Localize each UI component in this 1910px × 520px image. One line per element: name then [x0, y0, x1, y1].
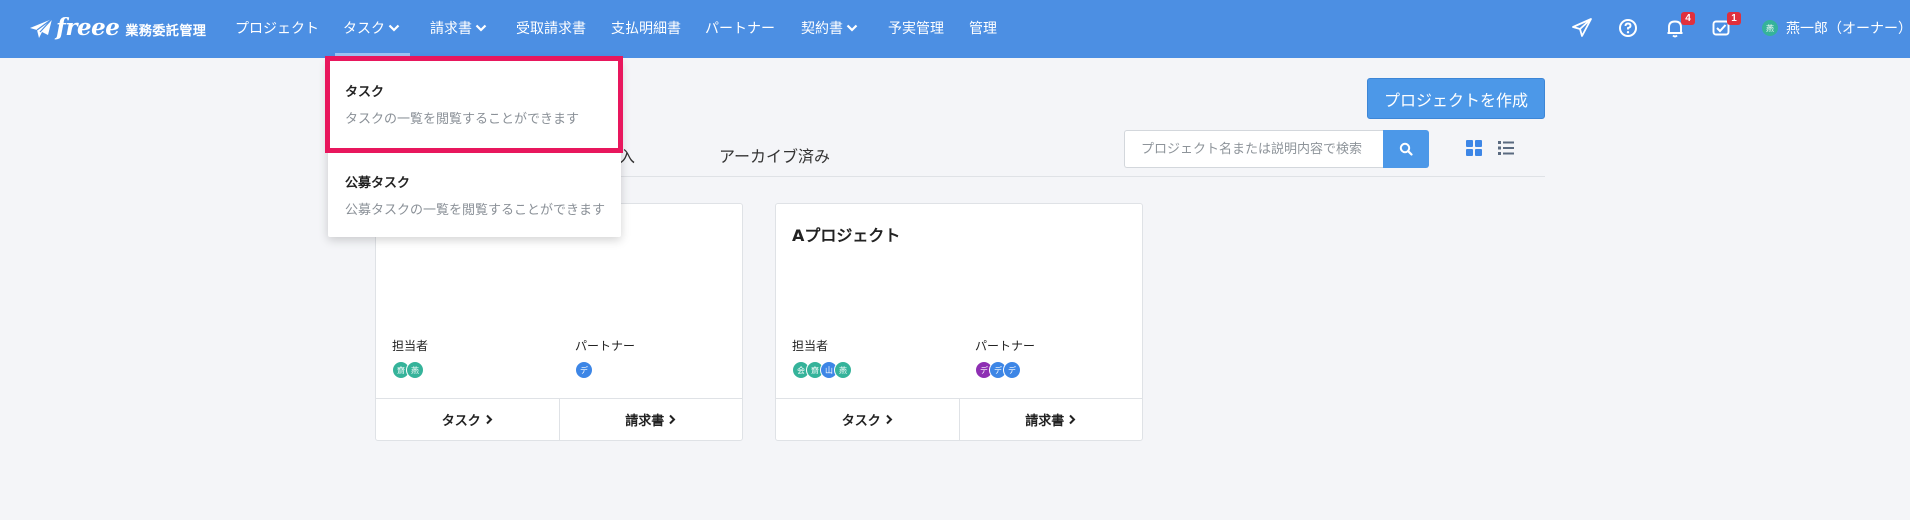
paper-plane-logo-icon — [30, 18, 53, 38]
chevron-right-icon — [1069, 414, 1076, 425]
invoices-link[interactable]: 請求書 — [958, 399, 1143, 440]
dropdown-item-public-tasks[interactable]: 公募タスク 公募タスクの一覧を閲覧することができます — [328, 172, 621, 218]
nav-contracts[interactable]: 契約書 — [801, 18, 858, 38]
nav-payment-statements-label: 支払明細書 — [611, 21, 681, 37]
nav-invoices[interactable]: 請求書 — [430, 18, 487, 38]
avatar: デ — [1003, 361, 1021, 379]
assignee-avatars: 齋 燕 — [392, 361, 424, 379]
nav-budget-actual[interactable]: 予実管理 — [888, 18, 944, 38]
task-dropdown-menu: タスク タスクの一覧を閲覧することができます 公募タスク 公募タスクの一覧を閲覧… — [328, 59, 621, 237]
project-title: Aプロジェクト — [792, 226, 901, 245]
notification-bell-icon[interactable]: 4 — [1664, 12, 1695, 39]
chevron-right-icon — [669, 414, 676, 425]
avatar: デ — [575, 361, 593, 379]
dropdown-item-title: タスク — [345, 85, 385, 100]
partner-avatars: デ — [575, 361, 593, 379]
grid-view-icon[interactable] — [1465, 139, 1485, 157]
search-icon — [1399, 142, 1413, 156]
nav-contracts-label: 契約書 — [801, 21, 843, 37]
user-menu[interactable]: 燕 燕一郎（オーナー） — [1762, 18, 1910, 38]
nav-payment-statements[interactable]: 支払明細書 — [611, 18, 681, 38]
project-search-input[interactable] — [1124, 130, 1384, 168]
tasks-link-label: タスク — [841, 414, 881, 429]
assignee-label: 担当者 — [392, 339, 429, 353]
nav-projects[interactable]: プロジェクト — [235, 18, 319, 38]
project-card[interactable]: 担当者 パートナー 齋 燕 デ タスク 請求書 — [375, 203, 743, 441]
chevron-right-icon — [486, 414, 493, 425]
partner-avatars: デ デ デ — [975, 361, 1021, 379]
dropdown-item-tasks[interactable]: タスク タスクの一覧を閲覧することができます — [328, 81, 621, 127]
nav-received-invoices[interactable]: 受取請求書 — [516, 18, 586, 38]
brand-logo-text: freee — [56, 13, 120, 41]
user-name: 燕一郎（オーナー） — [1786, 21, 1910, 37]
product-name: 業務委託管理 — [125, 23, 207, 39]
dropdown-item-title: 公募タスク — [345, 176, 411, 191]
invoices-link[interactable]: 請求書 — [558, 399, 743, 440]
create-project-button[interactable]: プロジェクトを作成 — [1367, 78, 1545, 119]
todo-count-badge: 1 — [1727, 12, 1741, 25]
freee-logo[interactable]: freee 業務委託管理 — [28, 14, 206, 44]
chevron-down-icon — [846, 24, 858, 32]
nav-admin-label: 管理 — [969, 21, 997, 37]
notification-count-badge: 4 — [1681, 12, 1695, 25]
nav-projects-label: プロジェクト — [235, 21, 319, 37]
partner-label: パートナー — [975, 339, 1036, 353]
tasks-link[interactable]: タスク — [776, 399, 959, 440]
nav-admin[interactable]: 管理 — [969, 18, 997, 38]
card-footer: タスク 請求書 — [376, 398, 742, 440]
user-avatar: 燕 — [1762, 20, 1778, 36]
avatar: 燕 — [406, 361, 424, 379]
list-view-icon[interactable] — [1497, 139, 1517, 157]
send-icon[interactable] — [1571, 17, 1593, 39]
invoices-link-label: 請求書 — [1025, 414, 1065, 429]
card-footer: タスク 請求書 — [776, 398, 1142, 440]
nav-tasks-label: タスク — [343, 21, 385, 37]
tasks-link-label: タスク — [441, 414, 481, 429]
nav-budget-actual-label: 予実管理 — [888, 21, 944, 37]
nav-received-invoices-label: 受取請求書 — [516, 21, 586, 37]
partner-label: パートナー — [575, 339, 636, 353]
todo-check-icon[interactable]: 1 — [1710, 12, 1741, 39]
nav-partners[interactable]: パートナー — [705, 18, 775, 38]
nav-partners-label: パートナー — [705, 21, 775, 37]
dropdown-item-desc: 公募タスクの一覧を閲覧することができます — [345, 203, 606, 218]
chevron-down-icon — [475, 24, 487, 32]
help-icon[interactable] — [1617, 17, 1639, 39]
chevron-down-icon — [388, 24, 400, 32]
tasks-link[interactable]: タスク — [376, 399, 559, 440]
nav-tasks[interactable]: タスク — [335, 18, 410, 56]
project-card[interactable]: Aプロジェクト 担当者 パートナー 会 齋 山 燕 デ デ デ タスク 請求書 — [775, 203, 1143, 441]
invoices-link-label: 請求書 — [625, 414, 665, 429]
tab-active[interactable]: 入 — [619, 143, 635, 167]
dropdown-item-desc: タスクの一覧を閲覧することができます — [345, 112, 580, 127]
tab-archived[interactable]: アーカイブ済み — [719, 143, 830, 167]
avatar: 燕 — [834, 361, 852, 379]
assignee-avatars: 会 齋 山 燕 — [792, 361, 852, 379]
search-button[interactable] — [1383, 130, 1429, 168]
chevron-right-icon — [886, 414, 893, 425]
nav-invoices-label: 請求書 — [430, 21, 472, 37]
top-navbar: freee 業務委託管理 プロジェクト タスク 請求書 受取請求書 支払明細書 … — [0, 0, 1910, 58]
assignee-label: 担当者 — [792, 339, 829, 353]
